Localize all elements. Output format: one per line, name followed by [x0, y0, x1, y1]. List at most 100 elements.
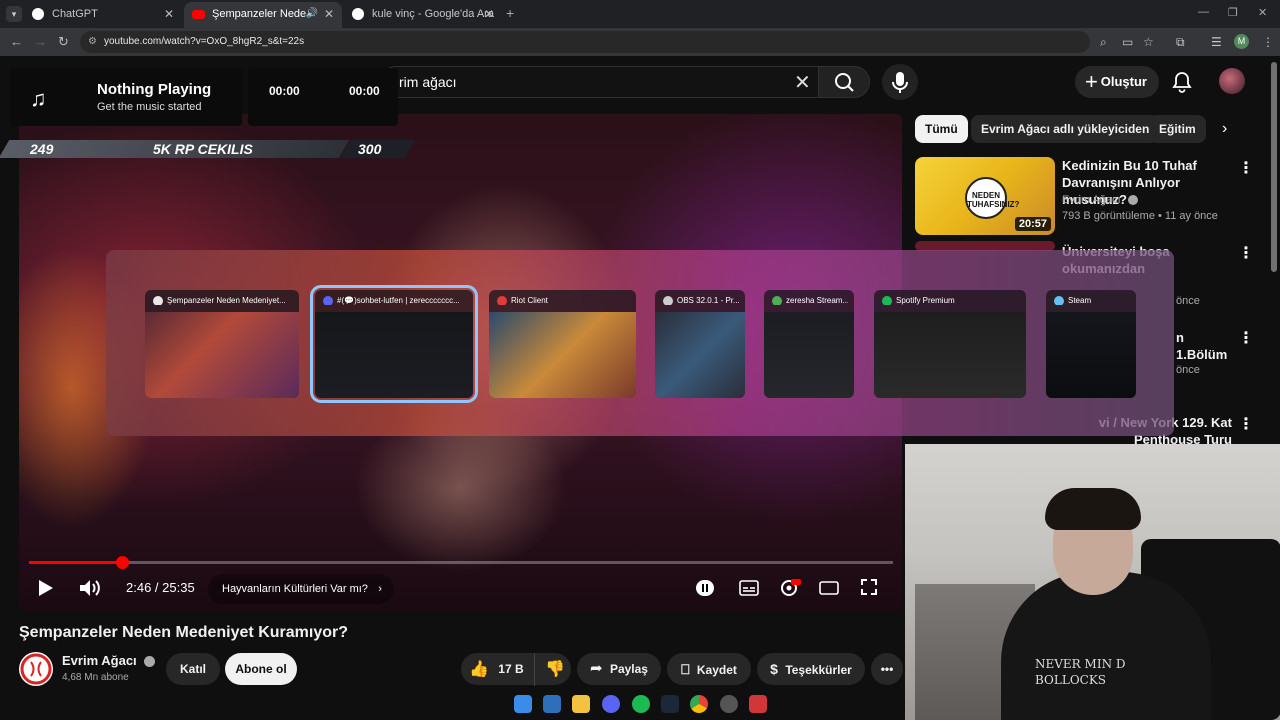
discord-icon[interactable]: [602, 695, 620, 713]
more-options-icon[interactable]: ⋮: [1238, 328, 1254, 348]
switcher-window-4[interactable]: zeresha Stream...: [764, 290, 854, 398]
steam-icon[interactable]: [661, 695, 679, 713]
cast-icon[interactable]: ▭: [1122, 35, 1133, 49]
bookmark-star-icon[interactable]: ☆: [1143, 35, 1154, 49]
channel-name-text: Evrim Ağacı: [62, 653, 137, 668]
chip-all[interactable]: Tümü: [915, 115, 968, 143]
address-bar[interactable]: ⚙ youtube.com/watch?v=OxO_8hgR2_s&t=22s: [80, 31, 1090, 53]
volume-button[interactable]: [78, 578, 102, 603]
zoom-icon[interactable]: ⌕: [1100, 35, 1107, 50]
browser-menu-icon[interactable]: ⋮: [1262, 35, 1274, 49]
search-button[interactable]: [818, 66, 870, 98]
chip-education[interactable]: Eğitim: [1149, 115, 1206, 143]
account-avatar[interactable]: [1219, 68, 1245, 94]
like-button[interactable]: 👍 17 B: [469, 653, 531, 686]
close-tab-icon[interactable]: ✕: [484, 2, 494, 26]
create-label: Oluştur: [1100, 74, 1147, 89]
windows-start-icon[interactable]: [514, 695, 532, 713]
verified-icon: [1127, 195, 1138, 206]
file-explorer-icon[interactable]: [572, 695, 590, 713]
switcher-window-1[interactable]: #(💬)sohbet-lutfen | zereccccccc...: [310, 285, 478, 403]
switcher-window-6[interactable]: Steam: [1046, 290, 1136, 398]
chrome-icon[interactable]: [690, 695, 708, 713]
share-button[interactable]: ➦ Paylaş: [577, 653, 661, 685]
rec-meta-3: önce: [1176, 364, 1200, 376]
new-tab-button[interactable]: +: [506, 5, 514, 21]
reading-list-icon[interactable]: ☰: [1211, 35, 1222, 49]
app-icon: [882, 296, 892, 305]
tab-chatgpt[interactable]: ChatGPT ✕: [24, 2, 182, 28]
switcher-window-title: Spotify Premium: [882, 296, 1020, 305]
switcher-window-2[interactable]: Riot Client: [489, 290, 636, 398]
switcher-window-3[interactable]: OBS 32.0.1 - Pr...: [655, 290, 745, 398]
spotify-icon[interactable]: [632, 695, 650, 713]
close-window-icon[interactable]: ✕: [1258, 6, 1267, 19]
extensions-icon[interactable]: ⧉: [1176, 35, 1185, 50]
like-count: 17 B: [498, 662, 524, 676]
search-input[interactable]: rim ağacı: [380, 66, 818, 98]
window-title-text: Riot Client: [511, 296, 548, 305]
back-icon[interactable]: ←: [10, 34, 23, 49]
minimize-icon[interactable]: —: [1198, 6, 1209, 18]
rec-thumbnail-1[interactable]: NEDEN TUHAFSINIZ? 20:57: [915, 157, 1055, 235]
profile-avatar[interactable]: M: [1234, 34, 1249, 49]
subtitles-button[interactable]: [739, 580, 759, 601]
tab-google[interactable]: kule vinç - Google'da Ara ✕: [344, 2, 502, 28]
notifications-button[interactable]: [1170, 70, 1194, 94]
window-title-text: Şempanzeler Neden Medeniyet...: [167, 296, 286, 305]
chip-uploader[interactable]: Evrim Ağacı adlı yükleyiciden: [971, 115, 1160, 143]
close-tab-icon[interactable]: ✕: [324, 2, 334, 26]
forward-icon[interactable]: →: [34, 34, 47, 49]
switcher-window-5[interactable]: Spotify Premium: [874, 290, 1026, 398]
more-options-icon[interactable]: ⋮: [1238, 243, 1254, 263]
bell-icon: [1172, 72, 1192, 93]
save-button[interactable]: ⎕ Kaydet: [667, 653, 751, 685]
join-button[interactable]: Katıl: [166, 653, 220, 685]
subscribe-button[interactable]: Abone ol: [225, 653, 297, 685]
switcher-window-title: OBS 32.0.1 - Pr...: [663, 296, 739, 305]
sidebar-scrollbar[interactable]: [1271, 62, 1277, 272]
dislike-button[interactable]: 👎: [534, 653, 565, 686]
music-note-icon: ♫: [30, 86, 47, 111]
thumbs-up-icon: 👍: [469, 660, 489, 678]
chips-next-icon[interactable]: ›: [1222, 120, 1227, 138]
progress-bar[interactable]: [29, 556, 893, 569]
obs-icon[interactable]: [720, 695, 738, 713]
theater-mode-button[interactable]: [819, 580, 839, 601]
more-options-icon[interactable]: ⋮: [1238, 158, 1254, 178]
tab-youtube[interactable]: Şempanzeler Neden Medeniyet 🔊 ✕: [184, 2, 342, 28]
rec-title-3[interactable]: n 1.Bölüm: [1176, 329, 1236, 363]
reload-icon[interactable]: ↻: [58, 34, 69, 50]
thanks-label: Teşekkürler: [785, 663, 852, 677]
settings-button[interactable]: [779, 578, 801, 603]
channel-avatar[interactable]: [19, 652, 53, 686]
url-text: youtube.com/watch?v=OxO_8hgR2_s&t=22s: [104, 36, 305, 47]
thanks-button[interactable]: $ Teşekkürler: [757, 653, 865, 685]
clear-search-icon[interactable]: ✕: [794, 70, 811, 95]
subtitles-icon: [739, 580, 759, 596]
browser-toolbar: ← → ↻ ⚙ youtube.com/watch?v=OxO_8hgR2_s&…: [0, 28, 1280, 56]
tab-search-button[interactable]: ▾: [6, 6, 22, 22]
chapter-button[interactable]: Hayvanların Kültürleri Var mı? ›: [208, 574, 394, 604]
fullscreen-button[interactable]: [860, 578, 878, 601]
close-tab-icon[interactable]: ✕: [164, 2, 174, 26]
play-button[interactable]: [37, 578, 55, 603]
channel-name[interactable]: Evrim Ağacı: [62, 653, 156, 668]
share-icon: ➦: [590, 660, 603, 677]
more-horizontal-icon: •••: [880, 662, 894, 676]
switcher-window-0[interactable]: Şempanzeler Neden Medeniyet...: [145, 290, 299, 398]
autoplay-toggle[interactable]: [696, 580, 714, 601]
more-options-icon[interactable]: ⋮: [1238, 414, 1254, 434]
create-button[interactable]: + Oluştur: [1075, 66, 1159, 98]
rec-channel-1[interactable]: Evrim Ağacı: [1062, 194, 1138, 206]
rec-meta-2: önce: [1176, 295, 1200, 307]
window-title-text: Spotify Premium: [896, 296, 955, 305]
voice-search-button[interactable]: [882, 64, 918, 100]
progress-fill: [29, 561, 123, 564]
riot-client-icon[interactable]: [749, 695, 767, 713]
app-taskbar-icon[interactable]: [543, 695, 561, 713]
more-actions-button[interactable]: •••: [871, 653, 903, 685]
restore-icon[interactable]: ❐: [1228, 6, 1238, 19]
speaker-icon[interactable]: 🔊: [306, 2, 318, 26]
site-info-icon[interactable]: ⚙: [88, 31, 97, 53]
